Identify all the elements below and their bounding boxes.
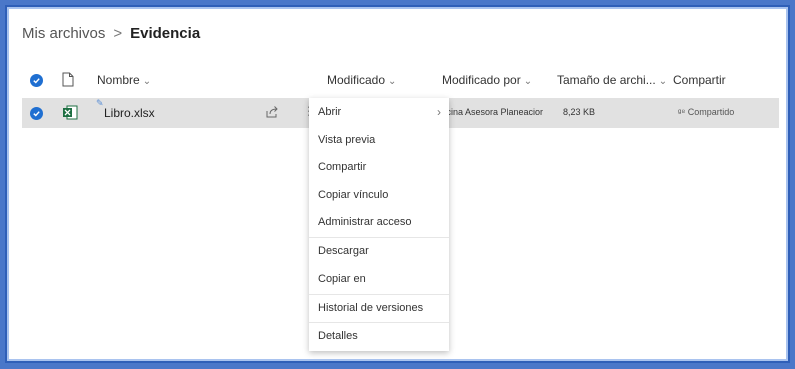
breadcrumb-current: Evidencia: [130, 25, 201, 42]
breadcrumb-separator: >: [113, 25, 123, 42]
file-type-header-icon: [62, 72, 74, 90]
breadcrumb: Mis archivos > Evidencia: [22, 25, 200, 42]
breadcrumb-root[interactable]: Mis archivos: [22, 25, 105, 42]
file-size-value: 8,23 KB: [563, 107, 596, 117]
menu-item-copy-to[interactable]: Copiar en: [309, 266, 449, 293]
file-name[interactable]: Libro.xlsx: [104, 106, 155, 120]
shared-status[interactable]: ᵍ⁸ Compartido: [678, 107, 734, 117]
chevron-right-icon: ›: [437, 105, 441, 119]
menu-item-download[interactable]: Descargar: [309, 238, 449, 265]
column-header-share[interactable]: Compartir: [673, 73, 726, 87]
column-header-name[interactable]: Nombre ⌄: [97, 73, 151, 87]
column-header-modified[interactable]: Modificado ⌄: [327, 73, 396, 87]
menu-item-copy-link[interactable]: Copiar vínculo: [309, 182, 449, 209]
new-file-indicator-icon: ✎: [96, 98, 104, 108]
row-checkbox[interactable]: [30, 107, 43, 120]
column-header-row: Nombre ⌄ Modificado ⌄ Modificado por ⌄ Tama…: [7, 65, 788, 95]
menu-item-share[interactable]: Compartir: [309, 154, 449, 181]
menu-item-preview[interactable]: Vista previa: [309, 127, 449, 154]
menu-item-open[interactable]: Abrir ›: [309, 99, 449, 126]
modified-by-value: ficina Asesora Planeacior: [442, 107, 544, 117]
menu-item-version-history[interactable]: Historial de versiones: [309, 295, 449, 322]
chevron-down-icon: ⌄: [658, 76, 668, 87]
excel-file-icon: [62, 105, 78, 123]
menu-item-manage-access[interactable]: Administrar acceso: [309, 209, 449, 236]
chevron-down-icon: ⌄: [523, 76, 533, 87]
column-header-modified-by[interactable]: Modificado por ⌄: [442, 73, 532, 87]
column-header-size[interactable]: Tamaño de archi... ⌄: [557, 73, 667, 87]
select-all-checkbox[interactable]: [30, 74, 43, 87]
chevron-down-icon: ⌄: [142, 76, 152, 87]
file-browser-window: Mis archivos > Evidencia Nombre ⌄ Modific…: [5, 5, 790, 363]
chevron-down-icon: ⌄: [388, 76, 397, 87]
checkmark-icon: [33, 78, 40, 84]
menu-item-details[interactable]: Detalles: [309, 323, 449, 350]
people-icon: ᵍ⁸: [678, 107, 686, 117]
checkmark-icon: [33, 111, 40, 117]
share-icon[interactable]: [265, 105, 279, 121]
context-menu: Abrir › Vista previa Compartir Copiar ví…: [309, 98, 449, 351]
